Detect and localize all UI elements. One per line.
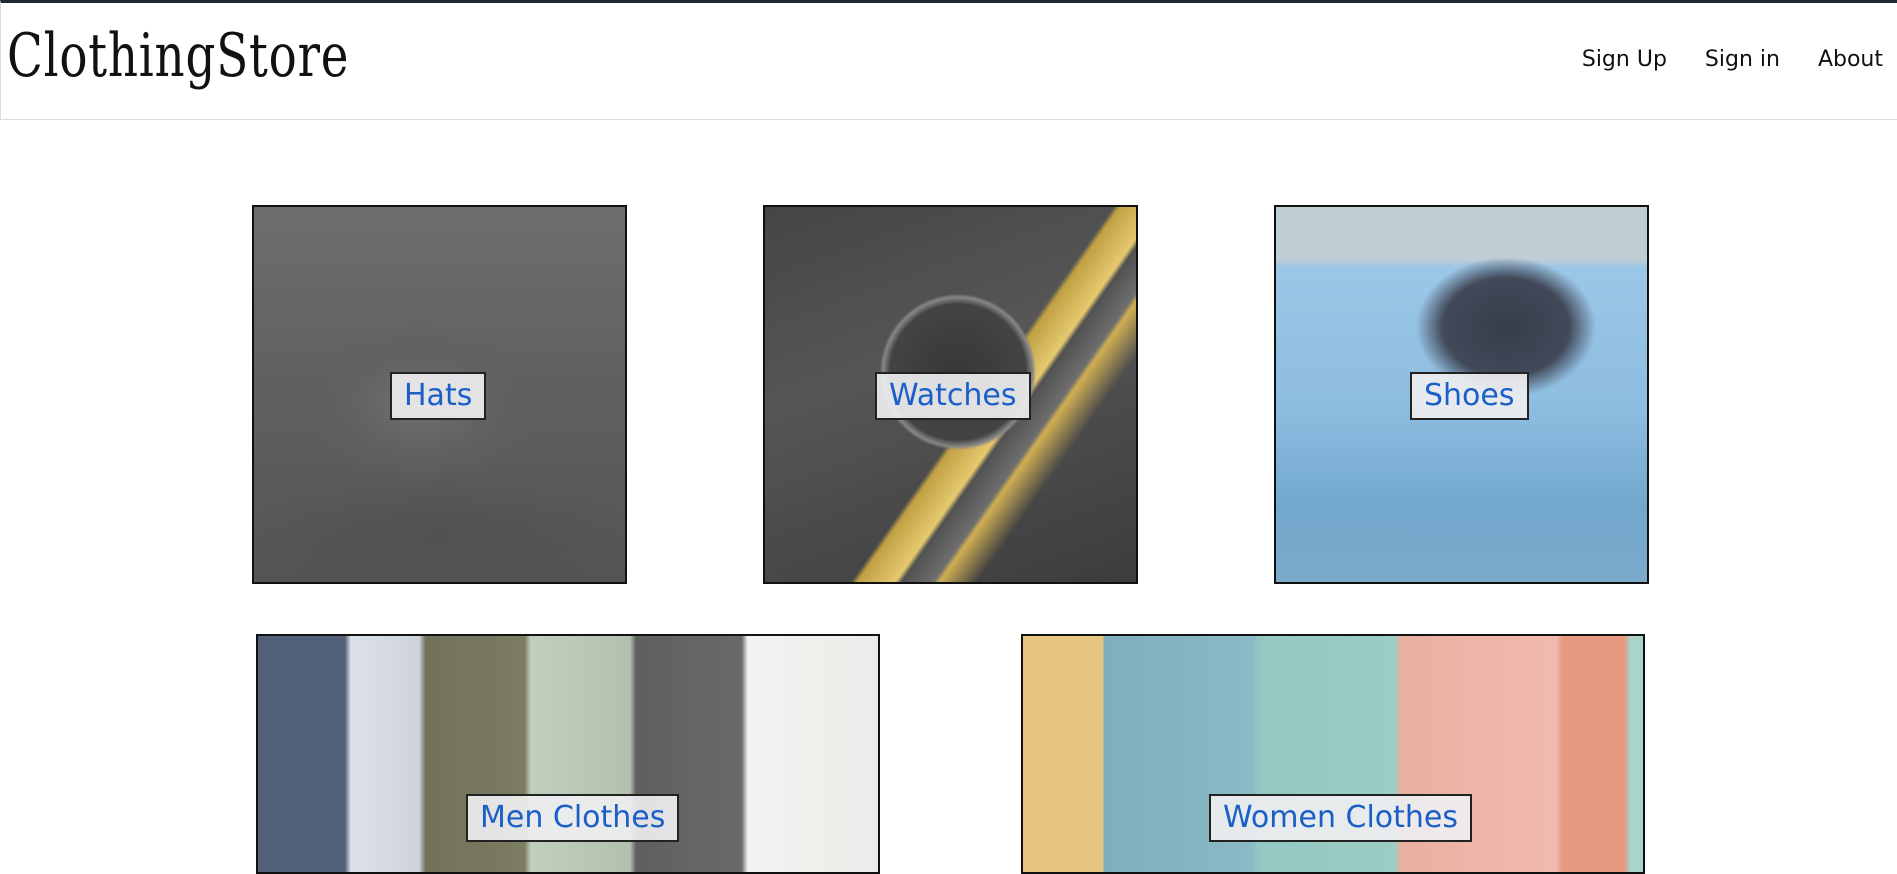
category-label-shoes[interactable]: Shoes — [1410, 372, 1529, 420]
category-label-watches[interactable]: Watches — [875, 372, 1031, 420]
category-label-men-clothes[interactable]: Men Clothes — [466, 794, 680, 842]
category-tile-watches[interactable]: Watches — [763, 205, 1138, 584]
main-nav: Sign Up Sign in About — [1582, 47, 1883, 72]
nav-sign-up-link[interactable]: Sign Up — [1582, 47, 1667, 72]
nav-sign-in-link[interactable]: Sign in — [1705, 47, 1780, 72]
category-tile-men-clothes[interactable]: Men Clothes — [256, 634, 880, 874]
category-tile-shoes[interactable]: Shoes — [1274, 205, 1649, 584]
category-label-hats[interactable]: Hats — [390, 372, 487, 420]
brand-logo[interactable]: ClothingStore — [7, 21, 349, 91]
category-label-women-clothes[interactable]: Women Clothes — [1209, 794, 1472, 842]
category-tile-hats[interactable]: Hats — [252, 205, 627, 584]
category-tile-women-clothes[interactable]: Women Clothes — [1021, 634, 1645, 874]
nav-about-link[interactable]: About — [1818, 47, 1883, 72]
site-header: ClothingStore Sign Up Sign in About — [0, 0, 1897, 120]
